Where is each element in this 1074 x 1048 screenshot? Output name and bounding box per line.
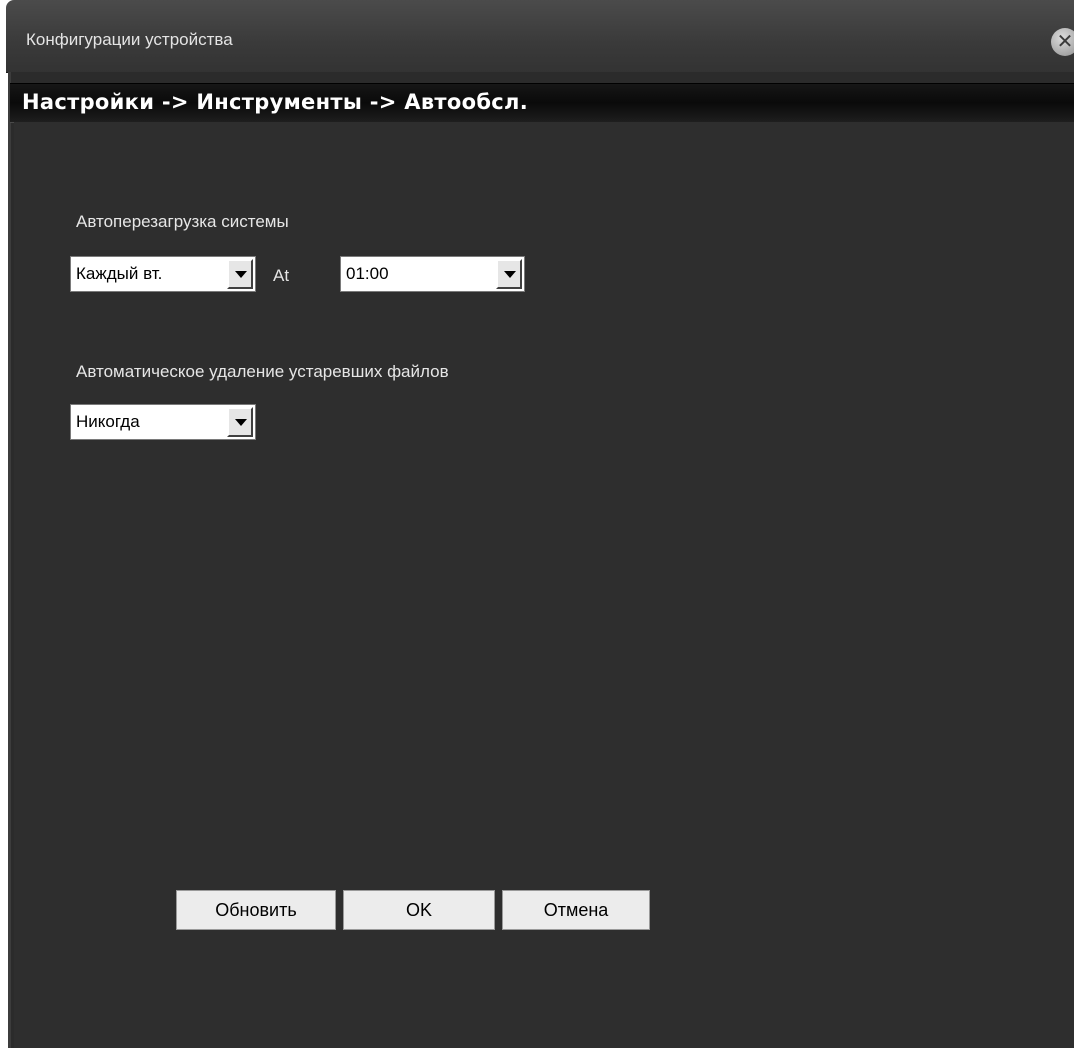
- chevron-down-icon[interactable]: [227, 259, 253, 289]
- auto-delete-value: Никогда: [76, 412, 140, 431]
- auto-delete-label: Автоматическое удаление устаревших файло…: [76, 362, 449, 381]
- close-icon[interactable]: ✕: [1051, 28, 1074, 56]
- breadcrumb-bar: Настройки -> Инструменты -> Автообсл.: [10, 83, 1074, 123]
- auto-delete-select[interactable]: Никогда: [70, 404, 256, 440]
- window-title: Конфигурации устройства: [26, 30, 233, 49]
- chevron-down-icon[interactable]: [496, 259, 522, 289]
- cancel-button[interactable]: Отмена: [502, 890, 650, 930]
- title-bar[interactable]: Конфигурации устройства ✕: [6, 0, 1074, 73]
- reboot-time-value: 01:00: [346, 264, 389, 283]
- device-config-window: Конфигурации устройства ✕ Настройки -> И…: [0, 0, 1074, 1048]
- breadcrumb: Настройки -> Инструменты -> Автообсл.: [22, 90, 529, 114]
- reboot-day-select[interactable]: Каждый вт.: [70, 256, 256, 292]
- refresh-button[interactable]: Обновить: [176, 890, 336, 930]
- ok-button[interactable]: OK: [343, 890, 495, 930]
- auto-reboot-label: Автоперезагрузка системы: [76, 212, 289, 231]
- chevron-down-icon[interactable]: [227, 407, 253, 437]
- reboot-time-select[interactable]: 01:00: [340, 256, 525, 292]
- at-label: At: [273, 266, 290, 285]
- reboot-day-value: Каждый вт.: [76, 264, 163, 283]
